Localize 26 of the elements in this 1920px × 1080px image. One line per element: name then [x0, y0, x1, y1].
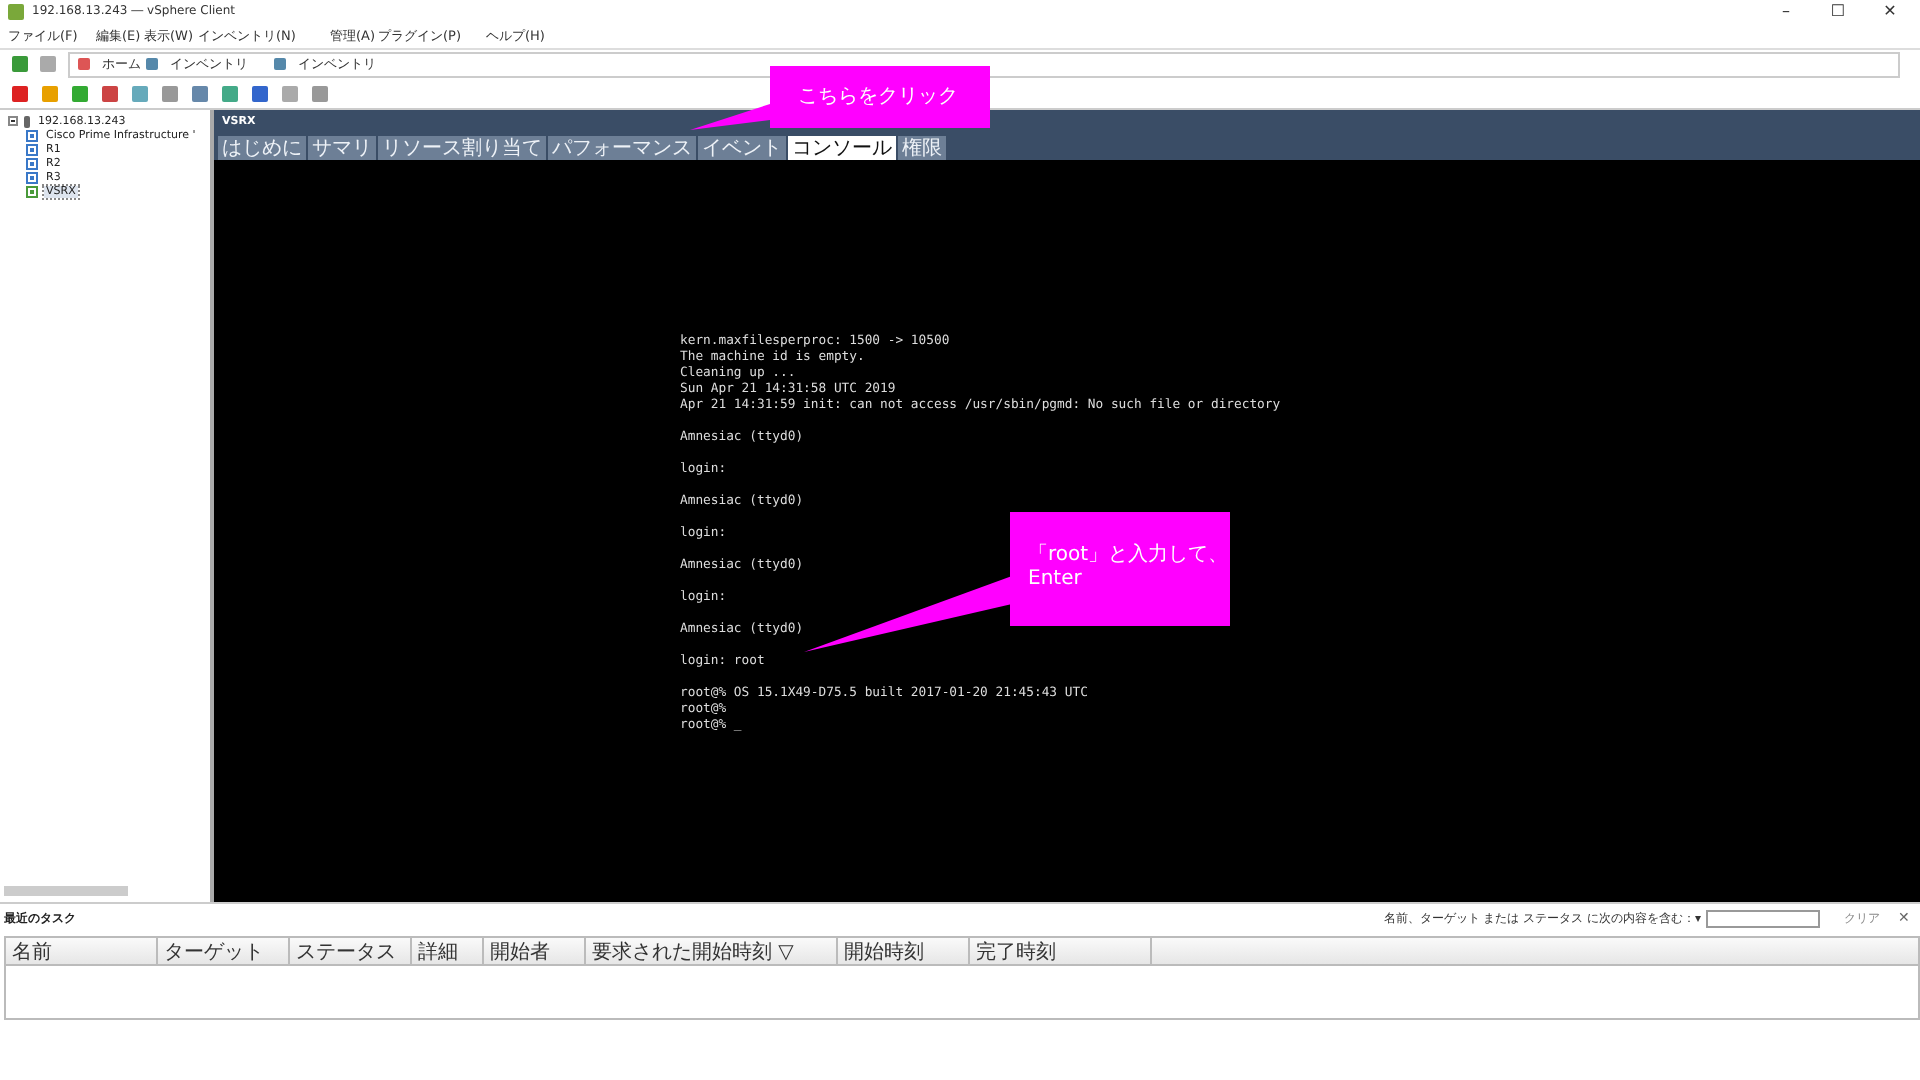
tab[interactable]: リソース割り当て — [378, 136, 546, 160]
callout-pointer — [690, 104, 770, 130]
column-header[interactable]: 要求された開始時刻 ▽ — [586, 937, 794, 965]
column-header[interactable]: 開始時刻 — [838, 937, 924, 965]
tab[interactable]: イベント — [698, 136, 786, 160]
tab[interactable]: はじめに — [218, 136, 306, 160]
window-control[interactable]: – — [1764, 2, 1808, 20]
column-header[interactable]: 名前 — [6, 937, 52, 965]
tab[interactable]: パフォーマンス — [548, 136, 696, 160]
column-header[interactable]: ターゲット — [158, 937, 264, 965]
window-control[interactable]: ☐ — [1816, 2, 1860, 20]
tab[interactable]: 権限 — [898, 136, 946, 160]
console-screen[interactable] — [214, 160, 1920, 902]
tab[interactable]: コンソール — [788, 136, 896, 160]
column-header[interactable]: 開始者 — [484, 937, 550, 965]
window-control[interactable]: ✕ — [1868, 2, 1912, 20]
app-icon — [8, 3, 24, 19]
column-header[interactable]: 完了時刻 — [970, 937, 1056, 965]
tab[interactable]: サマリ — [308, 136, 376, 160]
host-icon — [24, 115, 30, 127]
column-header[interactable]: ステータス — [290, 937, 396, 965]
filter-field[interactable] — [1706, 909, 1820, 927]
callout: 「root」と入力して、 Enter — [1010, 512, 1230, 626]
collapse-icon[interactable] — [8, 116, 18, 126]
callout: こちらをクリック — [770, 66, 990, 128]
column-header[interactable]: 詳細 — [412, 937, 458, 965]
